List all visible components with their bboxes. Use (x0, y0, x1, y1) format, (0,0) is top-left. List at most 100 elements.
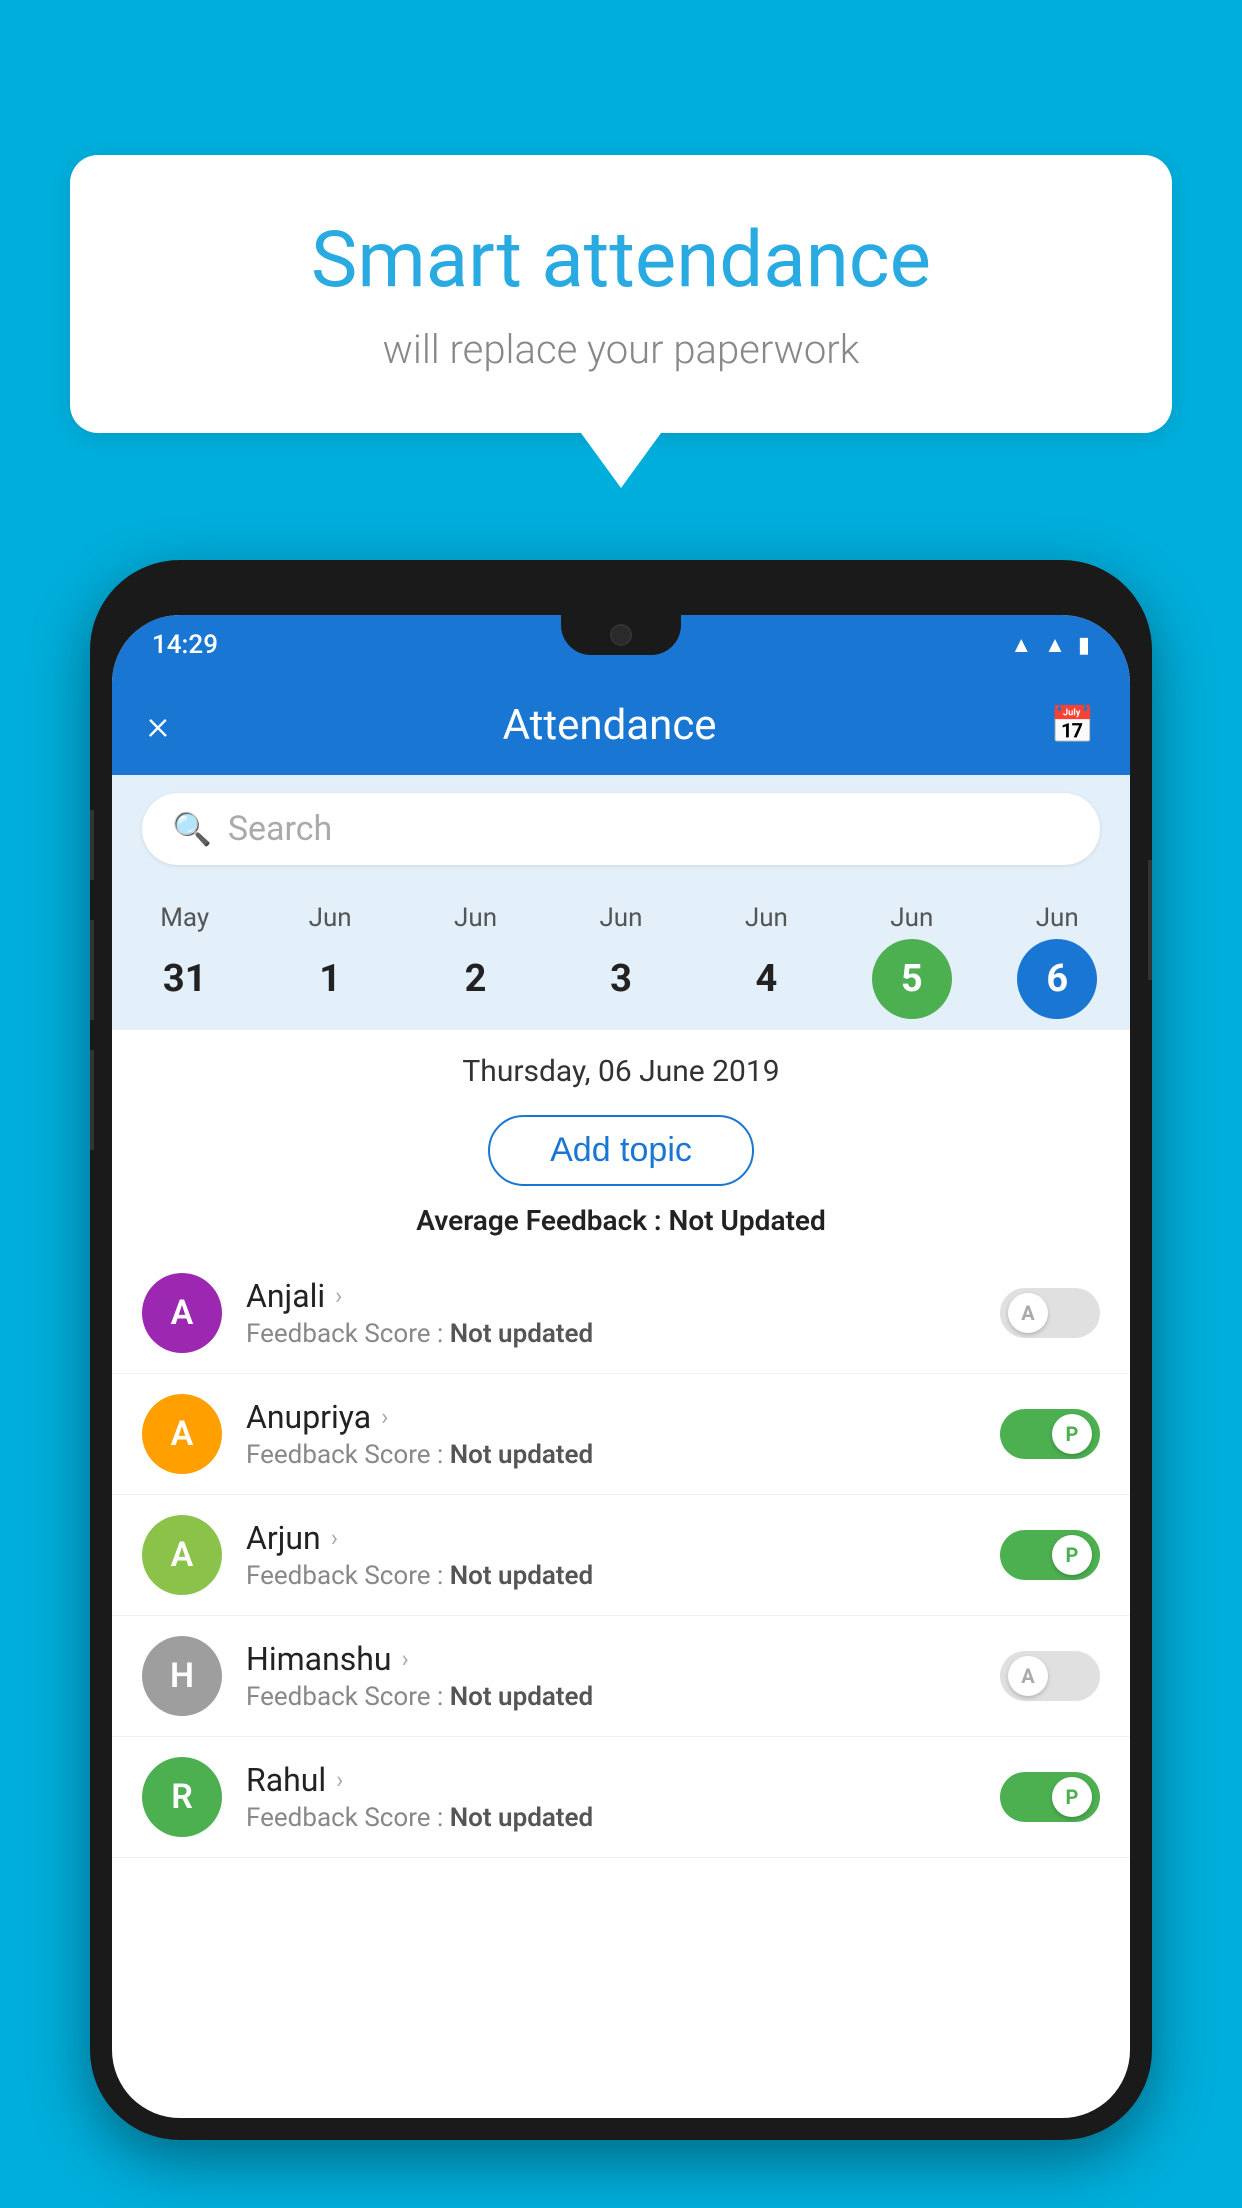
student-info: Himanshu › Feedback Score : Not updated (246, 1640, 976, 1712)
toggle-circle: P (1052, 1777, 1092, 1817)
chevron-icon: › (331, 1524, 338, 1552)
avg-feedback-label: Average Feedback : (416, 1204, 661, 1237)
student-list: AAnjali ›Feedback Score : Not updatedAAA… (112, 1253, 1130, 1858)
student-name: Anupriya › (246, 1398, 976, 1436)
attendance-toggle[interactable]: P (1000, 1530, 1100, 1580)
speech-bubble-tail (581, 433, 661, 488)
power-button (1148, 860, 1152, 980)
avg-feedback-value: Not Updated (669, 1204, 826, 1237)
toggle-container: P (1000, 1530, 1100, 1580)
cal-day-number: 6 (1017, 939, 1097, 1019)
calendar-day[interactable]: May 31 (125, 903, 245, 1019)
toggle-container: A (1000, 1651, 1100, 1701)
feedback-score: Feedback Score : Not updated (246, 1803, 976, 1833)
calendar-day[interactable]: Jun 4 (706, 903, 826, 1019)
feedback-score: Feedback Score : Not updated (246, 1561, 976, 1591)
camera (610, 624, 632, 646)
avg-feedback: Average Feedback : Not Updated (112, 1196, 1130, 1253)
attendance-toggle[interactable]: P (1000, 1409, 1100, 1459)
status-time: 14:29 (152, 630, 218, 660)
signal-icon: ▲ (1044, 632, 1066, 658)
toggle-container: A (1000, 1288, 1100, 1338)
attendance-toggle[interactable]: A (1000, 1288, 1100, 1338)
chevron-icon: › (336, 1766, 343, 1794)
add-topic-button[interactable]: Add topic (488, 1115, 754, 1186)
phone-screen: 14:29 ▲ ▲ ▮ × Attendance 📅 🔍 Search (112, 615, 1130, 2118)
avatar: R (142, 1757, 222, 1837)
toggle-circle: A (1008, 1656, 1048, 1696)
silent-button (90, 1050, 94, 1150)
calendar-day[interactable]: Jun 1 (270, 903, 390, 1019)
student-row[interactable]: A Anupriya › Feedback Score : Not updated P (112, 1374, 1130, 1495)
cal-day-number: 4 (726, 939, 806, 1019)
calendar-day[interactable]: Jun 6 (997, 903, 1117, 1019)
student-name: Arjun › (246, 1519, 976, 1557)
close-button[interactable]: × (147, 701, 169, 750)
student-row[interactable]: A Anjali › Feedback Score : Not updated A (112, 1253, 1130, 1374)
notch (561, 615, 681, 655)
avatar: A (142, 1394, 222, 1474)
selected-date-label: Thursday, 06 June 2019 (462, 1054, 779, 1089)
toggle-container: P (1000, 1409, 1100, 1459)
app-bar-title: Attendance (503, 701, 717, 750)
search-bar[interactable]: 🔍 Search (142, 793, 1100, 865)
search-bar-container: 🔍 Search (112, 775, 1130, 883)
avatar: H (142, 1636, 222, 1716)
toggle-circle: P (1052, 1535, 1092, 1575)
feedback-score: Feedback Score : Not updated (246, 1682, 976, 1712)
cal-day-number: 31 (145, 939, 225, 1019)
cal-month-label: May (160, 903, 209, 933)
cal-month-label: Jun (1036, 903, 1079, 933)
speech-bubble-title: Smart attendance (150, 215, 1092, 306)
cal-month-label: Jun (309, 903, 352, 933)
chevron-icon: › (402, 1645, 409, 1673)
avatar: A (142, 1515, 222, 1595)
search-icon: 🔍 (172, 810, 212, 848)
student-name: Rahul › (246, 1761, 976, 1799)
student-row[interactable]: R Rahul › Feedback Score : Not updated P (112, 1737, 1130, 1858)
calendar-strip: May31Jun1Jun2Jun3Jun4Jun5Jun6 (112, 883, 1130, 1030)
speech-bubble: Smart attendance will replace your paper… (70, 155, 1172, 433)
cal-day-number: 5 (872, 939, 952, 1019)
cal-day-number: 2 (436, 939, 516, 1019)
student-name: Himanshu › (246, 1640, 976, 1678)
student-info: Rahul › Feedback Score : Not updated (246, 1761, 976, 1833)
feedback-score: Feedback Score : Not updated (246, 1319, 976, 1349)
toggle-circle: P (1052, 1414, 1092, 1454)
attendance-toggle[interactable]: A (1000, 1651, 1100, 1701)
calendar-day[interactable]: Jun 2 (416, 903, 536, 1019)
date-info: Thursday, 06 June 2019 (112, 1030, 1130, 1099)
toggle-circle: A (1008, 1293, 1048, 1333)
cal-day-number: 1 (290, 939, 370, 1019)
wifi-icon: ▲ (1010, 632, 1032, 658)
calendar-day[interactable]: Jun3 (561, 903, 681, 1019)
cal-month-label: Jun (454, 903, 497, 933)
cal-month-label: Jun (890, 903, 933, 933)
volume-down-button (90, 920, 94, 1020)
student-info: Anjali › Feedback Score : Not updated (246, 1277, 976, 1349)
phone: 14:29 ▲ ▲ ▮ × Attendance 📅 🔍 Search (90, 560, 1152, 2140)
cal-month-label: Jun (745, 903, 788, 933)
student-info: Anupriya › Feedback Score : Not updated (246, 1398, 976, 1470)
chevron-icon: › (381, 1403, 388, 1431)
speech-bubble-container: Smart attendance will replace your paper… (70, 155, 1172, 488)
student-name: Anjali › (246, 1277, 976, 1315)
phone-container: 14:29 ▲ ▲ ▮ × Attendance 📅 🔍 Search (90, 560, 1152, 2208)
app-bar: × Attendance 📅 (112, 675, 1130, 775)
volume-up-button (90, 810, 94, 880)
calendar-day[interactable]: Jun 5 (852, 903, 972, 1019)
cal-month-label: Jun (599, 903, 642, 933)
add-topic-container: Add topic (112, 1099, 1130, 1196)
student-row[interactable]: H Himanshu › Feedback Score : Not updated A (112, 1616, 1130, 1737)
search-placeholder: Search (228, 809, 332, 849)
student-row[interactable]: A Arjun › Feedback Score : Not updated P (112, 1495, 1130, 1616)
toggle-container: P (1000, 1772, 1100, 1822)
feedback-score: Feedback Score : Not updated (246, 1440, 976, 1470)
student-info: Arjun › Feedback Score : Not updated (246, 1519, 976, 1591)
status-icons: ▲ ▲ ▮ (1010, 632, 1090, 658)
attendance-toggle[interactable]: P (1000, 1772, 1100, 1822)
avatar: A (142, 1273, 222, 1353)
chevron-icon: › (335, 1282, 342, 1310)
calendar-icon[interactable]: 📅 (1050, 704, 1095, 746)
speech-bubble-subtitle: will replace your paperwork (150, 326, 1092, 373)
